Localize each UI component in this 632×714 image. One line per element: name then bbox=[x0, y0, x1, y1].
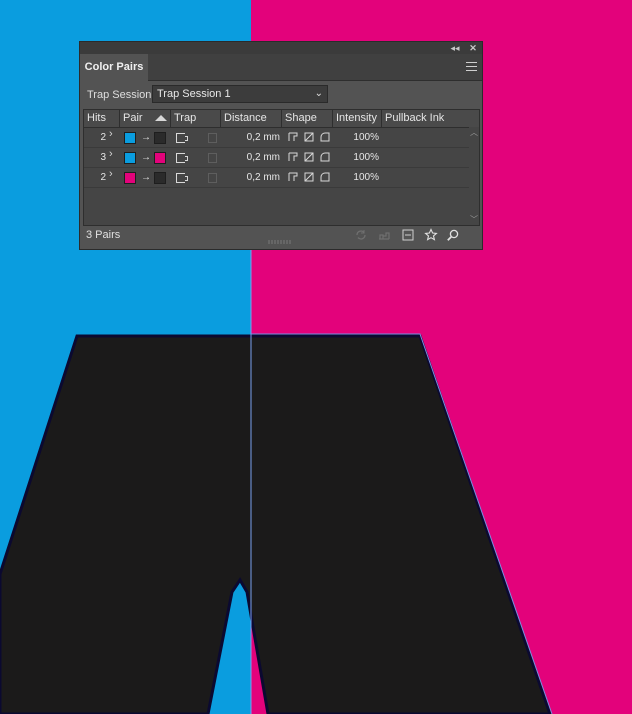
table-header: Hits Pair Trap Distance Shape Intensity … bbox=[84, 110, 479, 128]
close-icon[interactable]: ✕ bbox=[466, 42, 480, 54]
from-color-swatch bbox=[124, 132, 136, 144]
expand-row-icon[interactable]: › bbox=[109, 168, 113, 180]
column-header-shape[interactable]: Shape bbox=[282, 110, 333, 127]
panel-title-bar[interactable]: ◂◂ ✕ bbox=[80, 42, 482, 54]
panel-tab-strip: Color Pairs bbox=[80, 54, 482, 81]
distance-value[interactable]: 0,2 mm bbox=[234, 148, 280, 167]
from-color-swatch bbox=[124, 152, 136, 164]
intensity-value[interactable]: 100% bbox=[342, 168, 379, 187]
panel-menu-icon[interactable] bbox=[466, 62, 477, 72]
scroll-down-icon[interactable]: ﹀ bbox=[470, 214, 478, 225]
column-header-distance[interactable]: Distance bbox=[221, 110, 282, 127]
trap-session-dropdown[interactable]: Trap Session 1 ⌄ bbox=[152, 85, 328, 103]
column-header-trap[interactable]: Trap bbox=[171, 110, 221, 127]
to-color-swatch bbox=[154, 172, 166, 184]
table-row[interactable]: 2 › → 0,2 mm 100% bbox=[84, 168, 469, 188]
trap-direction-icon[interactable] bbox=[176, 153, 188, 163]
hits-value: 3 bbox=[100, 152, 106, 163]
sort-ascending-icon bbox=[155, 115, 167, 121]
distance-value[interactable]: 0,2 mm bbox=[234, 128, 280, 147]
column-header-pullback-ink[interactable]: Pullback Ink bbox=[382, 110, 479, 127]
star-icon[interactable] bbox=[424, 228, 438, 242]
tab-color-pairs[interactable]: Color Pairs bbox=[80, 54, 148, 81]
trap-direction-icon[interactable] bbox=[176, 133, 188, 143]
to-color-swatch bbox=[154, 152, 166, 164]
trap-session-label: Trap Session: bbox=[87, 89, 155, 101]
table-row[interactable]: 2 › → 0,2 mm 100% bbox=[84, 128, 469, 148]
hits-value: 2 bbox=[100, 132, 106, 143]
distance-value[interactable]: 0,2 mm bbox=[234, 168, 280, 187]
end-shape-icon[interactable] bbox=[304, 172, 314, 182]
color-pairs-panel: ◂◂ ✕ Color Pairs Trap Session: Trap Sess… bbox=[79, 41, 483, 250]
trap-session-value: Trap Session 1 bbox=[157, 88, 231, 100]
chevron-down-icon: ⌄ bbox=[314, 88, 323, 99]
corner-shape-icon[interactable] bbox=[320, 172, 330, 182]
table-scrollbar[interactable]: ︿ ﹀ bbox=[469, 127, 479, 225]
column-header-pair[interactable]: Pair bbox=[120, 110, 171, 127]
from-color-swatch bbox=[124, 172, 136, 184]
remove-icon[interactable] bbox=[401, 228, 415, 242]
expand-row-icon[interactable]: › bbox=[109, 128, 113, 140]
pair-arrow: → bbox=[141, 152, 151, 163]
pair-arrow: → bbox=[141, 172, 151, 183]
trap-option-checkbox[interactable] bbox=[208, 133, 217, 143]
pair-arrow: → bbox=[141, 132, 151, 143]
corner-shape-icon[interactable] bbox=[320, 132, 330, 142]
color-pairs-table: Hits Pair Trap Distance Shape Intensity … bbox=[83, 109, 480, 226]
expand-row-icon[interactable]: › bbox=[109, 148, 113, 160]
end-shape-icon[interactable] bbox=[304, 152, 314, 162]
scroll-up-icon[interactable]: ︿ bbox=[470, 127, 478, 138]
corner-shape-icon[interactable] bbox=[320, 152, 330, 162]
column-header-intensity[interactable]: Intensity bbox=[333, 110, 382, 127]
pair-count-label: 3 Pairs bbox=[86, 229, 121, 241]
trap-option-checkbox[interactable] bbox=[208, 173, 217, 183]
miter-join-icon[interactable] bbox=[288, 152, 298, 162]
double-chevron-left-icon[interactable]: ◂◂ bbox=[448, 42, 462, 54]
merge-icon[interactable] bbox=[377, 228, 391, 242]
search-icon[interactable] bbox=[446, 228, 460, 242]
miter-join-icon[interactable] bbox=[288, 132, 298, 142]
miter-join-icon[interactable] bbox=[288, 172, 298, 182]
intensity-value[interactable]: 100% bbox=[342, 128, 379, 147]
column-header-hits[interactable]: Hits bbox=[84, 110, 120, 127]
trap-option-checkbox[interactable] bbox=[208, 153, 217, 163]
trap-direction-icon[interactable] bbox=[176, 173, 188, 183]
resize-grip[interactable] bbox=[268, 240, 292, 244]
end-shape-icon[interactable] bbox=[304, 132, 314, 142]
to-color-swatch bbox=[154, 132, 166, 144]
intensity-value[interactable]: 100% bbox=[342, 148, 379, 167]
table-row[interactable]: 3 › → 0,2 mm 100% bbox=[84, 148, 469, 168]
refresh-icon[interactable] bbox=[354, 228, 368, 242]
panel-footer: 3 Pairs bbox=[80, 226, 482, 244]
hits-value: 2 bbox=[100, 172, 106, 183]
